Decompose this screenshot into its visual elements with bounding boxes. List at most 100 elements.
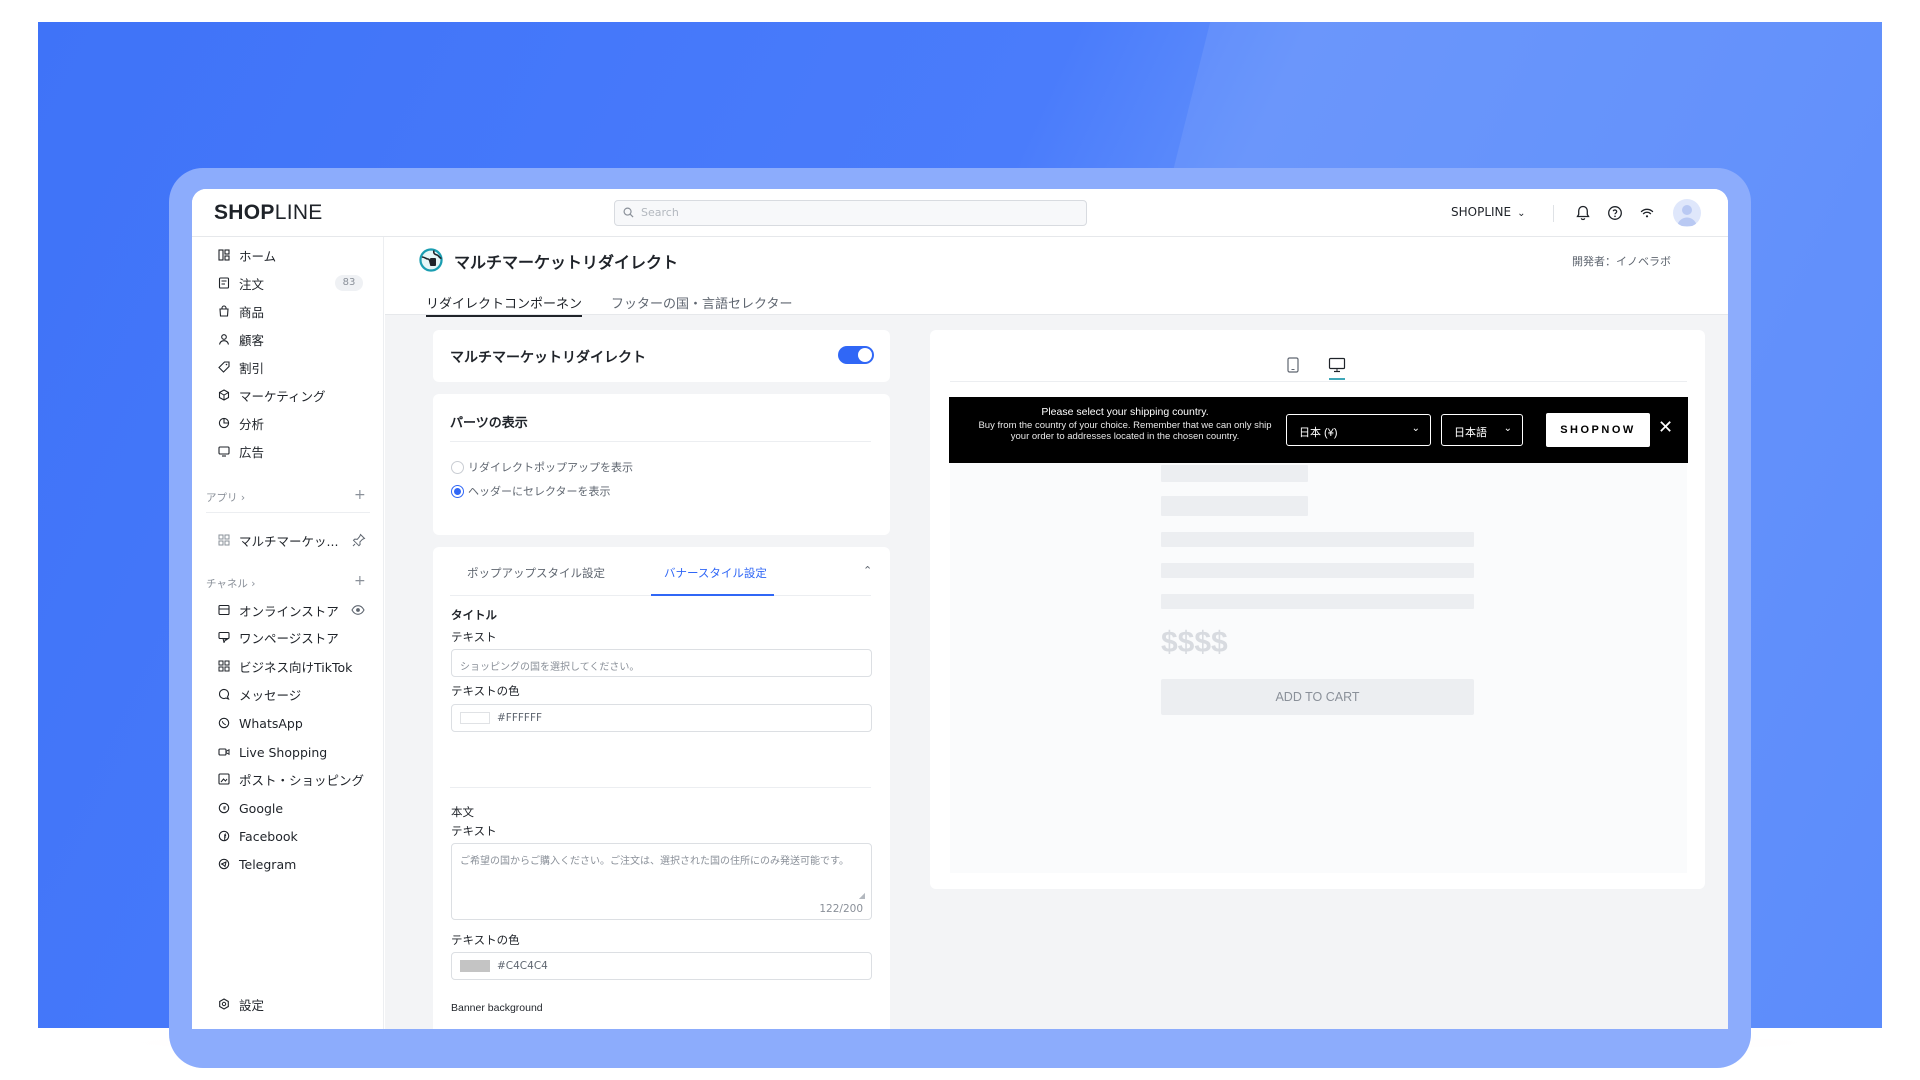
chevron-down-icon: ⌄ [1503,423,1512,434]
avatar[interactable] [1673,199,1701,227]
body-text-area[interactable]: ご希望の国からご購入ください。ご注文は、選択された国の住所にのみ発送可能です。 … [451,843,872,920]
sidebar-item-label: Live Shopping [239,744,328,760]
sidebar: ホーム 注文 83 商品 顧客 割引 マーケティング 分析 広告 アプリ › +… [192,237,384,1029]
add-to-cart-button[interactable]: ADD TO CART [1161,679,1474,715]
body-color-label: テキストの色 [451,933,520,947]
preview-panel: $$$$ ADD TO CART Please select your ship… [930,330,1705,889]
help-icon[interactable] [1605,203,1625,223]
tiktok-icon [216,658,232,674]
divider [950,381,1687,382]
add-channel-icon[interactable]: + [354,573,366,589]
sidebar-item-settings[interactable]: 設定 [216,994,264,1014]
sidebar-item-marketing[interactable]: マーケティング [216,385,326,405]
sidebar-item-label: マルチマーケッ... [239,533,339,549]
sidebar-item-whatsapp[interactable]: WhatsApp [216,713,303,733]
top-bar: SHOPLINE Search SHOPLINE ⌄ [192,189,1728,237]
radio-button[interactable] [451,460,464,474]
color-swatch[interactable] [460,960,490,972]
sidebar-item-label: Telegram [239,856,297,872]
sidebar-item-facebook[interactable]: Facebook [216,826,298,846]
store-switcher[interactable]: SHOPLINE ⌄ [1451,205,1526,219]
close-icon[interactable]: ✕ [1658,417,1673,438]
search-input[interactable]: Search [614,200,1087,226]
banner-background-label: Banner background [451,1002,543,1014]
product-price: $$$$ [1161,626,1228,659]
chevron-down-icon: ⌄ [1517,208,1526,219]
sidebar-item-label: 商品 [239,304,265,320]
store-name: SHOPLINE [1451,205,1512,219]
user-avatar-icon [1677,205,1697,226]
tab-footer-selector[interactable]: フッターの国・言語セレクター [611,293,792,312]
title-color-input[interactable]: #FFFFFF [451,704,872,732]
page-title: マルチマーケットリダイレクト [454,253,679,272]
apps-section-label[interactable]: アプリ › [206,490,245,505]
desktop-device-icon[interactable] [1328,357,1346,373]
sidebar-item-tiktok[interactable]: ビジネス向けTikTok [216,656,352,676]
developer-label: 開発者：イノベラボ [1572,255,1671,268]
active-tab-indicator [651,594,774,596]
language-value: 日本語 [1454,427,1487,439]
sidebar-item-products[interactable]: 商品 [216,301,264,321]
sidebar-item-online-store[interactable]: オンラインストア [216,600,339,620]
box-icon [216,387,232,403]
enable-toggle[interactable] [838,346,874,364]
add-app-icon[interactable]: + [354,487,366,503]
body-text-value: ご希望の国からご購入ください。ご注文は、選択された国の住所にのみ発送可能です。 [460,856,849,867]
sidebar-item-discounts[interactable]: 割引 [216,357,264,377]
language-select[interactable]: 日本語 ⌄ [1441,414,1523,446]
radio-button-selected[interactable] [451,484,464,498]
sidebar-item-post-shopping[interactable]: ポスト・ショッピング [216,769,364,789]
sidebar-item-multimarket-app[interactable]: マルチマーケッ... [216,530,338,550]
title-color-label: テキストの色 [451,684,520,698]
sidebar-item-label: ワンページストア [239,630,339,646]
search-placeholder: Search [641,206,679,219]
radio-show-header-selector[interactable]: ヘッダーにセレクターを表示 [451,483,611,499]
banner-body: Buy from the country of your choice. Rem… [978,420,1272,442]
style-settings-card: ポップアップスタイル設定 バナースタイル設定 ⌃ タイトル テキスト ショッピン… [433,547,890,1029]
mobile-device-icon[interactable] [1286,357,1300,373]
sidebar-item-analytics[interactable]: 分析 [216,413,264,433]
sidebar-item-one-page-store[interactable]: ワンページストア [216,627,339,647]
body-color-input[interactable]: #C4C4C4 [451,952,872,980]
app-grid-icon [216,532,232,548]
title-section-heading: タイトル [451,608,497,622]
resize-handle-icon[interactable]: ◢ [859,891,865,900]
redirect-banner: Please select your shipping country. Buy… [949,397,1688,463]
channels-section-label[interactable]: チャネル › [206,576,255,591]
country-select[interactable]: 日本 (¥) ⌄ [1286,414,1431,446]
sidebar-item-live-shopping[interactable]: Live Shopping [216,742,327,762]
tab-banner-style[interactable]: バナースタイル設定 [664,565,767,581]
char-count: 122/200 [819,903,863,915]
sidebar-item-home[interactable]: ホーム [216,245,276,265]
bell-icon[interactable] [1573,203,1593,223]
sidebar-item-google[interactable]: Google [216,798,283,818]
bag-icon [216,303,232,319]
collapse-chevron-icon[interactable]: ⌃ [863,564,872,577]
store-icon [216,602,232,618]
radio-show-popup[interactable]: リダイレクトポップアップを表示 [451,459,633,475]
sidebar-item-customers[interactable]: 顧客 [216,329,264,349]
shopline-logo[interactable]: SHOPLINE [214,201,323,225]
shop-now-button[interactable]: SHOPNOW [1546,413,1650,447]
color-swatch[interactable] [460,712,490,724]
title-color-value: #FFFFFF [497,712,543,724]
sidebar-item-messages[interactable]: メッセージ [216,684,301,704]
sidebar-item-label: ポスト・ショッピング [239,772,365,788]
title-text-input[interactable]: ショッピングの国を選択してください。 [451,649,872,677]
divider [450,787,871,788]
radio-label: リダイレクトポップアップを表示 [468,461,633,474]
sidebar-item-orders[interactable]: 注文 [216,273,264,293]
sidebar-item-telegram[interactable]: Telegram [216,854,296,874]
sidebar-item-label: マーケティング [239,388,326,404]
wifi-icon[interactable] [1637,203,1657,223]
sidebar-item-ads[interactable]: 広告 [216,441,264,461]
eye-icon[interactable] [351,604,365,616]
tab-popup-style[interactable]: ポップアップスタイル設定 [467,565,605,581]
tab-redirect-component[interactable]: リダイレクトコンポーネン [426,293,583,317]
sidebar-item-label: 顧客 [239,332,265,348]
facebook-icon [216,828,232,844]
ad-icon [216,443,232,459]
body-color-value: #C4C4C4 [497,960,548,972]
page-background: SHOPLINE Search SHOPLINE ⌄ ホーム 注文 83 商品 顧… [0,0,1920,1080]
pin-icon[interactable] [352,533,366,547]
